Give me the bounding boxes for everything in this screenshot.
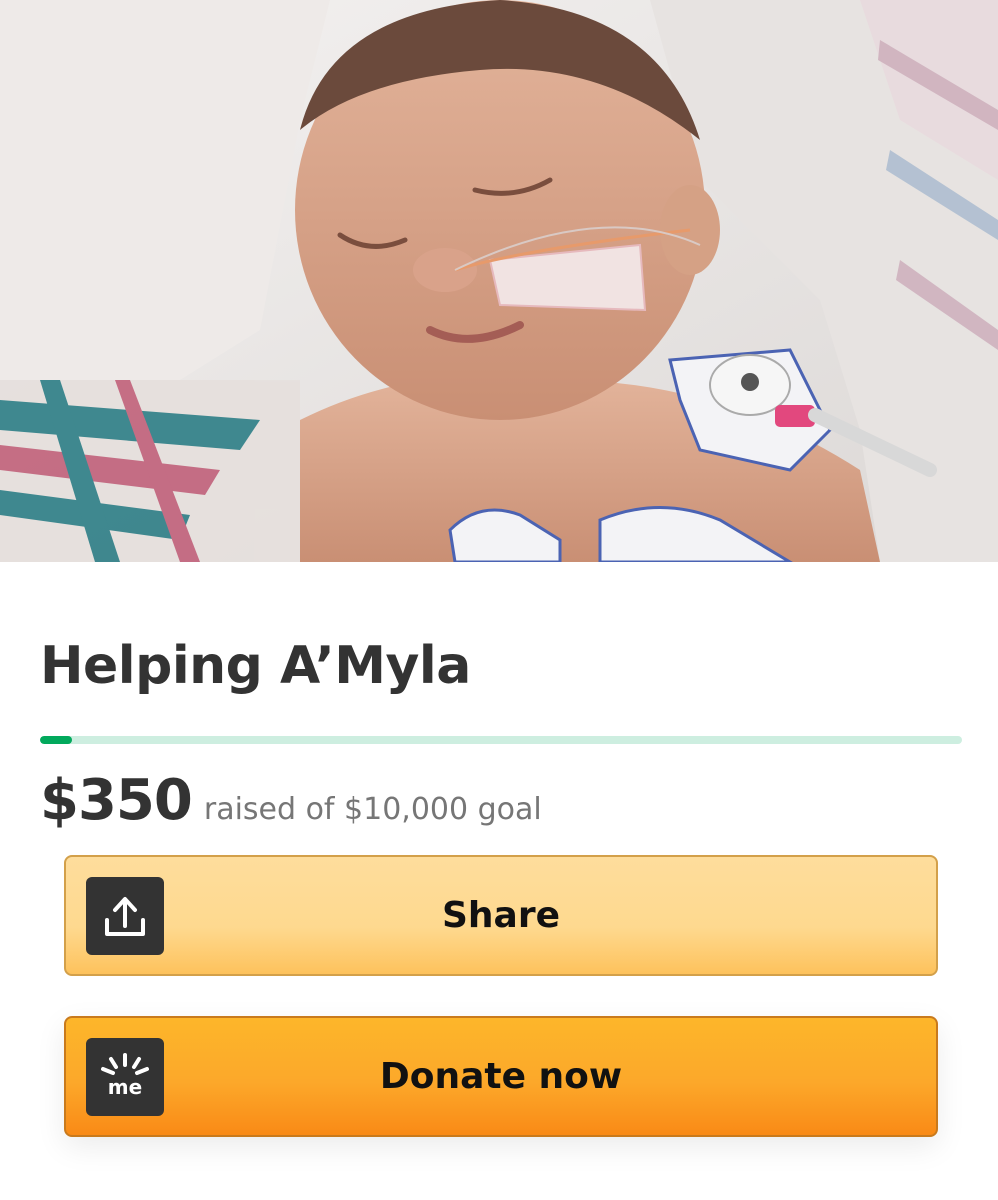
gofundme-me-logo-glyph: me bbox=[101, 1053, 149, 1099]
share-button[interactable]: Share bbox=[64, 855, 938, 976]
share-button-label: Share bbox=[441, 895, 561, 936]
gofundme-me-logo-icon: me bbox=[86, 1038, 164, 1116]
hero-photo bbox=[0, 0, 998, 562]
raised-goal-text: raised of $10,000 goal bbox=[203, 792, 542, 827]
raised-summary: $350 raised of $10,000 goal bbox=[40, 768, 542, 833]
donation-progress-bar bbox=[40, 736, 962, 744]
donation-progress-fill bbox=[40, 736, 73, 744]
svg-text:me: me bbox=[108, 1075, 142, 1099]
donate-now-button-label: Donate now bbox=[379, 1056, 623, 1097]
campaign-title: Helping A’Myla bbox=[40, 636, 471, 696]
donate-now-button[interactable]: me Donate now bbox=[64, 1016, 938, 1137]
share-upload-icon-glyph bbox=[105, 897, 145, 936]
share-upload-icon bbox=[86, 877, 164, 955]
hero-photo-illustration bbox=[0, 0, 998, 562]
raised-amount: $350 bbox=[40, 768, 193, 833]
